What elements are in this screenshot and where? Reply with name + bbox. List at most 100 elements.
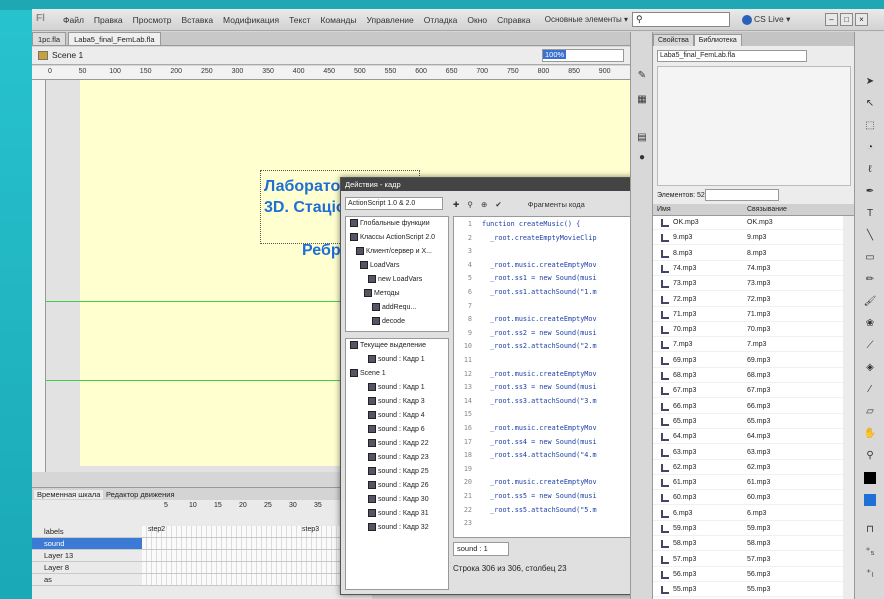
tree-item[interactable]: LoadVars: [346, 259, 448, 273]
library-search-input[interactable]: [705, 189, 779, 201]
tree-item[interactable]: Глобальные функции: [346, 217, 448, 231]
menu-item-1[interactable]: Правка: [89, 15, 128, 25]
code-snippets-button[interactable]: Фрагменты кода: [528, 200, 585, 209]
transform-tool-icon[interactable]: ⬚: [862, 118, 878, 134]
menu-item-7[interactable]: Управление: [362, 15, 419, 25]
fill-color-swatch[interactable]: [864, 494, 876, 506]
straighten-icon[interactable]: ⁺₍: [862, 566, 878, 582]
menu-item-8[interactable]: Отладка: [419, 15, 463, 25]
menu-item-0[interactable]: Файл: [58, 15, 89, 25]
tree-item[interactable]: sound : Кадр 25: [346, 465, 448, 479]
library-item[interactable]: 9.mp3 9.mp3: [653, 231, 843, 246]
target-icon[interactable]: ⊕: [481, 200, 487, 209]
tree-item[interactable]: sound : Кадр 31: [346, 507, 448, 521]
deco-tool-icon[interactable]: ❀: [862, 316, 878, 332]
library-item[interactable]: 55.mp3 55.mp3: [653, 583, 843, 598]
align-icon[interactable]: ▤: [634, 130, 650, 146]
bone-tool-icon[interactable]: ⟋: [862, 338, 878, 354]
3d-rotation-tool-icon[interactable]: ◔: [862, 140, 878, 156]
selection-tool-icon[interactable]: ➤: [862, 74, 878, 90]
menu-item-6[interactable]: Команды: [315, 15, 361, 25]
library-item[interactable]: 57.mp3 57.mp3: [653, 553, 843, 567]
timeline-layer[interactable]: Layer 13: [32, 550, 372, 562]
col-name[interactable]: Имя: [657, 206, 671, 213]
tree-item[interactable]: sound : Кадр 23: [346, 451, 448, 465]
paint-bucket-icon[interactable]: ◈: [862, 360, 878, 376]
tree-item[interactable]: sound : Кадр 32: [346, 521, 448, 535]
menu-item-2[interactable]: Просмотр: [128, 15, 177, 25]
tab-library[interactable]: Библиотека: [693, 34, 742, 46]
info-icon[interactable]: ●: [634, 150, 650, 166]
tab-properties[interactable]: Свойства: [653, 34, 694, 46]
tree-item[interactable]: sound : Кадр 26: [346, 479, 448, 493]
library-item[interactable]: 71.mp3 71.mp3: [653, 308, 843, 322]
tree-item[interactable]: sound : Кадр 1: [346, 353, 448, 367]
pencil-tool-icon[interactable]: ✏: [862, 272, 878, 288]
library-item[interactable]: 68.mp3 68.mp3: [653, 369, 843, 383]
eraser-icon[interactable]: ▱: [862, 404, 878, 420]
library-item[interactable]: 65.mp3 65.mp3: [653, 415, 843, 429]
library-file-select[interactable]: Laba5_final_FemLab.fla: [657, 50, 807, 62]
menu-item-9[interactable]: Окно: [462, 15, 492, 25]
layer-frames[interactable]: [142, 538, 372, 549]
library-item[interactable]: 66.mp3 66.mp3: [653, 400, 843, 414]
tree-item[interactable]: sound : Кадр 1: [346, 381, 448, 395]
tree-item[interactable]: Scene 1: [346, 367, 448, 381]
doc-tab-1[interactable]: 1pc.fla: [32, 32, 67, 45]
timeline-layer[interactable]: Layer 8: [32, 562, 372, 574]
library-item[interactable]: 6.mp3 6.mp3: [653, 507, 843, 521]
library-item[interactable]: 7.mp3 7.mp3: [653, 338, 843, 353]
tree-item[interactable]: decode: [346, 315, 448, 329]
library-item[interactable]: 62.mp3 62.mp3: [653, 461, 843, 475]
tree-item[interactable]: sound : Кадр 22: [346, 437, 448, 451]
library-item[interactable]: 61.mp3 61.mp3: [653, 476, 843, 491]
pen-tool-icon[interactable]: ✒: [862, 184, 878, 200]
add-icon[interactable]: ✚: [453, 200, 459, 209]
stroke-color-swatch[interactable]: [864, 472, 876, 484]
find-icon[interactable]: ⚲: [467, 200, 473, 209]
layer-frames[interactable]: [142, 562, 372, 573]
tree-item[interactable]: Текущее выделение: [346, 339, 448, 353]
tree-item[interactable]: addRequ...: [346, 301, 448, 315]
tree-item[interactable]: sound : Кадр 6: [346, 423, 448, 437]
zoom-tool-icon[interactable]: ⚲: [862, 448, 878, 464]
library-item[interactable]: 59.mp3 59.mp3: [653, 522, 843, 536]
tree-item[interactable]: sound : Кадр 4: [346, 409, 448, 423]
script-tab-sound[interactable]: sound : 1: [453, 542, 509, 556]
snap-icon[interactable]: ⊓: [862, 522, 878, 538]
library-item[interactable]: OK.mp3 OK.mp3: [653, 216, 843, 230]
actionscript-version-select[interactable]: ActionScript 1.0 & 2.0: [345, 197, 443, 210]
timeline-layer[interactable]: labels step2 step3: [32, 526, 372, 538]
grid-icon[interactable]: ▦: [634, 92, 650, 108]
tree-item[interactable]: Клиент/сервер и X...: [346, 245, 448, 259]
hand-tool-icon[interactable]: ✋: [862, 426, 878, 442]
layer-frames[interactable]: [142, 550, 372, 561]
library-item[interactable]: 72.mp3 72.mp3: [653, 293, 843, 307]
rectangle-tool-icon[interactable]: ▭: [862, 250, 878, 266]
tree-item[interactable]: sound : Кадр 3: [346, 395, 448, 409]
library-item[interactable]: 70.mp3 70.mp3: [653, 323, 843, 338]
tree-item[interactable]: new LoadVars: [346, 273, 448, 287]
library-item[interactable]: 69.mp3 69.mp3: [653, 354, 843, 368]
library-item[interactable]: 74.mp3 74.mp3: [653, 262, 843, 276]
close-button[interactable]: ×: [855, 13, 868, 26]
library-item[interactable]: 56.mp3 56.mp3: [653, 568, 843, 582]
text-tool-icon[interactable]: T: [862, 206, 878, 222]
library-item[interactable]: 67.mp3 67.mp3: [653, 384, 843, 399]
menu-item-4[interactable]: Модификация: [218, 15, 284, 25]
menu-item-5[interactable]: Текст: [284, 15, 315, 25]
tab-motion-editor[interactable]: Редактор движения: [106, 490, 175, 499]
tree-item[interactable]: sound : Кадр 30: [346, 493, 448, 507]
smooth-icon[interactable]: ⁺₅: [862, 544, 878, 560]
timeline-layer[interactable]: as: [32, 574, 372, 586]
tree-item[interactable]: Классы ActionScript 2.0: [346, 231, 448, 245]
maximize-button[interactable]: □: [840, 13, 853, 26]
library-item[interactable]: 64.mp3 64.mp3: [653, 430, 843, 445]
col-linkage[interactable]: Связывание: [747, 206, 787, 213]
help-search-input[interactable]: ⚲: [632, 12, 730, 27]
brush-icon[interactable]: ✎: [634, 68, 650, 84]
library-item[interactable]: 58.mp3 58.mp3: [653, 537, 843, 552]
minimize-button[interactable]: –: [825, 13, 838, 26]
layer-frames[interactable]: step2 step3: [142, 526, 372, 537]
code-editor[interactable]: 1 function createMusic() {2 _root.createE…: [453, 216, 653, 538]
